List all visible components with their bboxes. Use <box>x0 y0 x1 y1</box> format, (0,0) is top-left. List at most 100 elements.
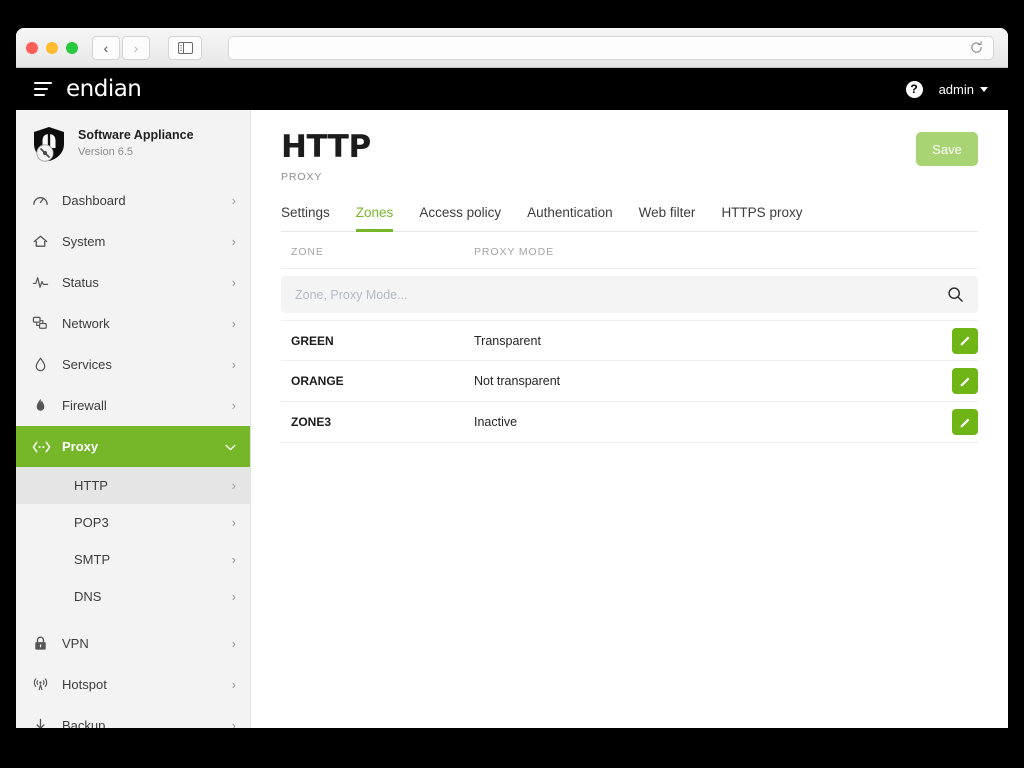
table-header-row: ZONE PROXY MODE <box>281 232 978 269</box>
column-header-zone: ZONE <box>291 246 324 258</box>
admin-user-menu[interactable]: admin <box>939 82 988 97</box>
sidebar-divider <box>16 615 250 623</box>
sidebar-item-dashboard[interactable]: Dashboard › <box>16 180 250 221</box>
zone-table-body: GREEN Transparent ORANGE Not transparent <box>281 320 978 443</box>
table-row[interactable]: GREEN Transparent <box>281 320 978 361</box>
brand-logo-text: endian <box>66 76 142 102</box>
chevron-down-icon <box>980 86 988 92</box>
chevron-right-icon: › <box>231 357 236 372</box>
sidebar-item-label: Proxy <box>62 439 99 454</box>
row-actions <box>934 368 978 394</box>
appliance-version: Version 6.5 <box>78 145 134 158</box>
sidebar-toggle-icon[interactable] <box>168 35 202 60</box>
sidebar-item-label: System <box>62 234 106 249</box>
sidebar-item-services[interactable]: Services › <box>16 344 250 385</box>
traffic-lights <box>26 41 78 54</box>
sidebar-item-label: Dashboard <box>62 193 126 208</box>
page-header: HTTP PROXY Save <box>281 132 978 183</box>
table-row[interactable]: ORANGE Not transparent <box>281 361 978 402</box>
zone-name-cell: ORANGE <box>291 374 344 388</box>
chevron-right-icon: › <box>231 234 236 249</box>
sidebar-subitem-label: POP3 <box>74 515 109 530</box>
help-icon[interactable]: ? <box>905 80 923 98</box>
appliance-name: Software Appliance <box>78 128 194 143</box>
page-subtitle: PROXY <box>281 171 323 183</box>
sidebar-item-status[interactable]: Status › <box>16 262 250 303</box>
tab-zones[interactable]: Zones <box>355 205 394 232</box>
chevron-right-icon: › <box>231 552 236 567</box>
chevron-right-icon: › <box>231 718 236 728</box>
pencil-icon <box>960 336 969 346</box>
chevron-right-icon: › <box>231 636 236 651</box>
close-window-button[interactable] <box>26 41 38 54</box>
tab-authentication[interactable]: Authentication <box>527 205 613 232</box>
search-icon[interactable] <box>947 286 964 303</box>
column-header-actions <box>934 246 978 258</box>
maximize-window-button[interactable] <box>66 41 78 54</box>
sidebar-item-firewall[interactable]: Firewall › <box>16 385 250 426</box>
table-row[interactable]: ZONE3 Inactive <box>281 402 978 443</box>
proxy-icon <box>32 440 56 454</box>
proxy-mode-cell: Inactive <box>474 415 518 429</box>
forward-icon[interactable]: › <box>122 35 150 60</box>
tab-bar: Settings Zones Access policy Authenticat… <box>281 205 978 232</box>
tab-web-filter[interactable]: Web filter <box>639 205 696 232</box>
edit-button[interactable] <box>952 327 978 354</box>
edit-button[interactable] <box>952 409 978 435</box>
sidebar-item-proxy[interactable]: Proxy <box>16 426 250 467</box>
tab-access-policy[interactable]: Access policy <box>419 205 501 232</box>
tab-https-proxy[interactable]: HTTPS proxy <box>721 205 802 232</box>
tab-settings[interactable]: Settings <box>281 205 330 232</box>
sidebar-item-smtp[interactable]: SMTP › <box>16 541 250 578</box>
sidebar-item-hotspot[interactable]: Hotspot › <box>16 664 250 705</box>
url-bar[interactable] <box>228 35 994 60</box>
chevron-right-icon: › <box>231 478 236 493</box>
search-input[interactable] <box>295 287 947 302</box>
minimize-window-button[interactable] <box>46 41 58 54</box>
row-actions <box>934 327 978 354</box>
drop-icon <box>32 356 56 373</box>
shield-logo-icon <box>34 127 64 162</box>
proxy-mode-cell: Transparent <box>474 333 541 348</box>
sidebar-item-label: Status <box>62 275 99 290</box>
admin-user-label: admin <box>938 81 974 97</box>
main-content: HTTP PROXY Save Settings Zones Access po… <box>251 110 1008 728</box>
reload-icon[interactable] <box>970 41 983 54</box>
sidebar-item-pop3[interactable]: POP3 › <box>16 504 250 541</box>
sidebar-item-vpn[interactable]: VPN › <box>16 623 250 664</box>
reload-glyph <box>971 41 982 53</box>
save-button[interactable]: Save <box>916 132 978 166</box>
chevron-right-icon: › <box>231 275 236 290</box>
row-actions <box>934 409 978 435</box>
hamburger-menu-icon[interactable] <box>34 82 52 96</box>
app-topbar: endian ? admin <box>16 68 1008 110</box>
sidebar-subitem-label: HTTP <box>74 478 108 493</box>
topbar-right-group: ? admin <box>905 80 988 98</box>
appliance-text: Software Appliance Version 6.5 <box>78 128 194 159</box>
column-header-proxy-mode: PROXY MODE <box>474 246 554 258</box>
sidebar-item-network[interactable]: Network › <box>16 303 250 344</box>
home-icon <box>32 233 56 250</box>
sidebar-item-backup[interactable]: Backup › <box>16 705 250 728</box>
lock-icon <box>32 635 56 652</box>
chevron-right-icon: › <box>231 515 236 530</box>
chevron-right-icon: › <box>231 589 236 604</box>
chevron-right-icon: › <box>231 193 236 208</box>
gauge-icon <box>32 192 56 209</box>
antenna-icon <box>32 676 56 693</box>
sidebar-item-label: Network <box>62 316 110 331</box>
backup-icon <box>32 717 56 728</box>
sidebar-item-label: VPN <box>62 636 89 651</box>
sidebar-item-label: Firewall <box>62 398 107 413</box>
sidebar-item-http[interactable]: HTTP › <box>16 467 250 504</box>
sidebar-item-label: Backup <box>62 718 106 728</box>
sidebar-item-dns[interactable]: DNS › <box>16 578 250 615</box>
chevron-right-icon: › <box>231 398 236 413</box>
back-icon[interactable]: ‹ <box>92 35 120 60</box>
sidebar-subitem-label: DNS <box>74 589 102 604</box>
browser-nav-group: ‹ › <box>92 35 150 60</box>
app-body: Software Appliance Version 6.5 Dashboard… <box>16 110 1008 728</box>
edit-button[interactable] <box>952 368 978 394</box>
sidebar-item-system[interactable]: System › <box>16 221 250 262</box>
proxy-mode-cell: Not transparent <box>474 374 561 388</box>
